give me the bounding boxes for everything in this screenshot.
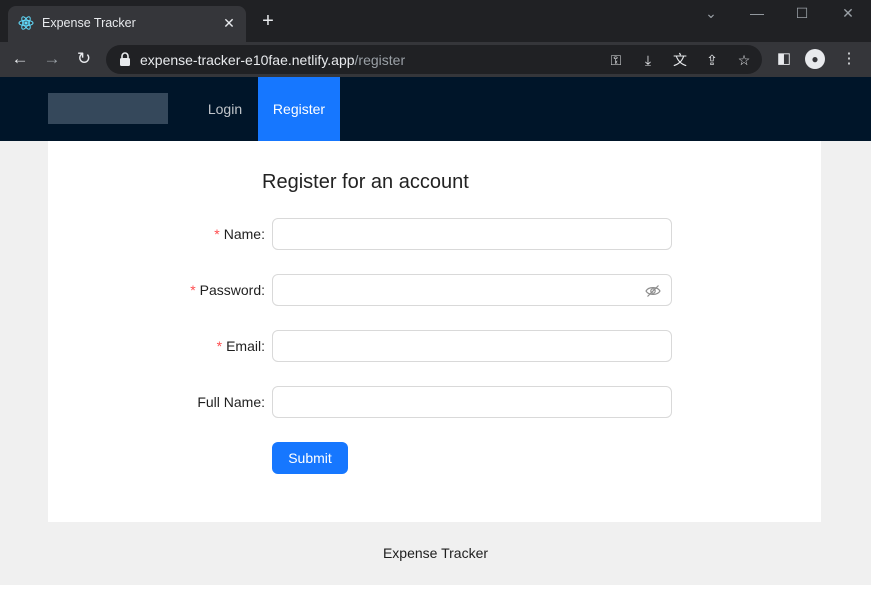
lock-icon (120, 52, 130, 66)
sidepanel-icon[interactable]: ◧ (773, 48, 795, 70)
fullname-input[interactable] (273, 387, 671, 417)
maximize-icon[interactable]: ☐ (787, 4, 817, 24)
page: Login Register Register for an account *… (0, 77, 871, 596)
menu-icon[interactable]: ⋮ (838, 48, 860, 70)
nav-register[interactable]: Register (258, 77, 340, 141)
password-input[interactable] (273, 275, 671, 305)
share-icon[interactable]: ⇪ (702, 50, 722, 70)
app-header: Login Register (0, 77, 871, 141)
fullname-field-wrapper (272, 386, 672, 418)
name-label: * Name: (214, 226, 265, 242)
bottom-strip (0, 585, 871, 596)
form-row-fullname: Full Name: (48, 386, 821, 418)
browser-tab[interactable]: Expense Tracker ✕ (8, 6, 246, 42)
logo (48, 93, 168, 124)
profile-icon[interactable]: ● (805, 49, 825, 69)
translate-icon[interactable]: 文 (670, 50, 690, 70)
email-label: * Email: (216, 338, 265, 354)
url-text: expense-tracker-e10fae.netlify.app/regis… (140, 52, 406, 68)
window-close-icon[interactable]: ✕ (833, 4, 863, 24)
footer-text: Expense Tracker (382, 545, 489, 561)
forward-icon[interactable]: → (40, 47, 64, 71)
email-input[interactable] (273, 331, 671, 361)
tab-title: Expense Tracker (42, 16, 136, 30)
fullname-label: Full Name: (197, 394, 265, 410)
form-row-password: * Password: (48, 274, 821, 306)
name-input[interactable] (273, 219, 671, 249)
install-icon[interactable]: ⤓ (638, 50, 658, 70)
eye-invisible-icon[interactable] (645, 283, 661, 299)
form-row-email: * Email: (48, 330, 821, 362)
new-tab-button[interactable]: + (258, 11, 278, 32)
form-title: Register for an account (262, 171, 469, 193)
submit-button[interactable]: Submit (272, 442, 348, 474)
react-icon (18, 16, 34, 30)
nav-login[interactable]: Login (192, 77, 258, 141)
reload-icon[interactable]: ↻ (72, 47, 96, 71)
browser-tabstrip: Expense Tracker ✕ + ⌄ — ☐ ✕ (0, 0, 871, 42)
name-field-wrapper (272, 218, 672, 250)
browser-toolbar: ← → ↻ expense-tracker-e10fae.netlify.app… (0, 42, 871, 77)
star-icon[interactable]: ☆ (734, 50, 754, 70)
tab-close-icon[interactable]: ✕ (220, 14, 238, 32)
email-field-wrapper (272, 330, 672, 362)
back-icon[interactable]: ← (8, 47, 32, 71)
form-row-name: * Name: (48, 218, 821, 250)
minimize-icon[interactable]: — (742, 4, 772, 24)
password-field-wrapper (272, 274, 672, 306)
key-icon[interactable]: ⚿ (606, 50, 626, 70)
address-bar[interactable]: expense-tracker-e10fae.netlify.app/regis… (106, 45, 762, 74)
register-form-card: Register for an account * Name: * Password… (48, 141, 821, 522)
password-label: * Password: (190, 282, 265, 298)
tab-search-icon[interactable]: ⌄ (696, 4, 726, 24)
